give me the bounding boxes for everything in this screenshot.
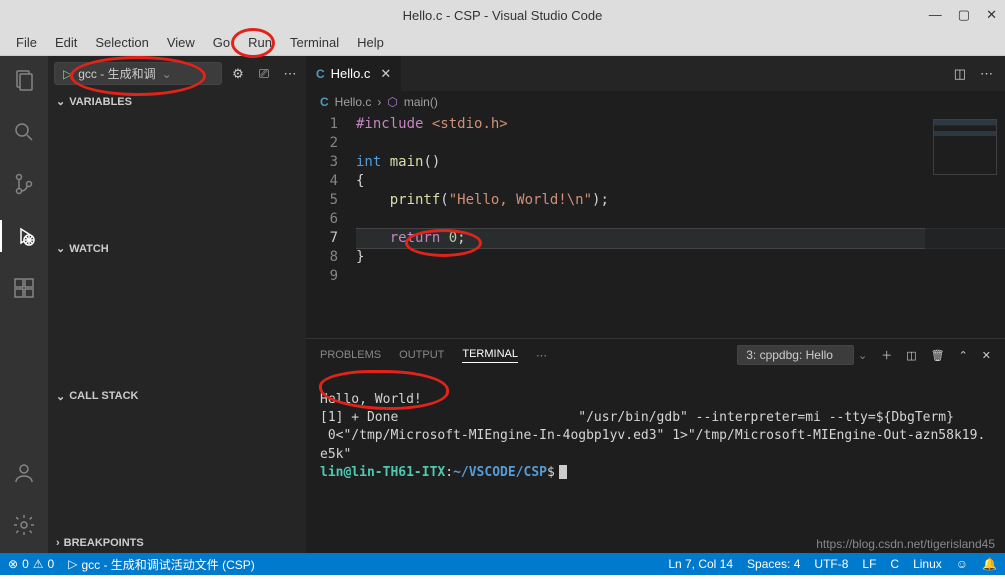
debug-sidebar: ▷ gcc - 生成和调 ⌄ ⚙ ⎚ ⋯ ⌄VARIABLES ⌄WATCH ⌄…: [48, 56, 306, 553]
tab-label: Hello.c: [331, 66, 371, 81]
close-window-button[interactable]: ✕: [986, 7, 997, 23]
status-bar: ⊗ 0 ⚠ 0 ▷ gcc - 生成和调试活动文件 (CSP) Ln 7, Co…: [0, 553, 1005, 575]
more-icon[interactable]: ⋯: [980, 66, 993, 82]
run-config-select[interactable]: ▷ gcc - 生成和调 ⌄: [54, 62, 222, 85]
chevron-right-icon: ›: [56, 537, 60, 549]
c-file-icon: C: [320, 95, 329, 109]
split-editor-icon[interactable]: ◫: [954, 66, 966, 82]
menu-file[interactable]: File: [8, 33, 45, 52]
tab-output[interactable]: OUTPUT: [399, 349, 444, 361]
tab-terminal[interactable]: TERMINAL: [462, 348, 518, 363]
c-file-icon: C: [316, 67, 325, 81]
status-encoding[interactable]: UTF-8: [814, 557, 848, 571]
menu-edit[interactable]: Edit: [47, 33, 85, 52]
watch-section[interactable]: ⌄WATCH: [48, 238, 306, 259]
search-icon[interactable]: [0, 116, 48, 148]
variables-section[interactable]: ⌄VARIABLES: [48, 91, 306, 112]
tab-hello-c[interactable]: C Hello.c ✕: [306, 56, 401, 91]
menubar: File Edit Selection View Go Run Terminal…: [0, 30, 1005, 56]
chevron-down-icon: ⌄: [162, 67, 172, 81]
status-errors[interactable]: ⊗ 0 ⚠ 0: [8, 557, 54, 571]
code-editor[interactable]: 123456789 #include <stdio.h> int main() …: [306, 113, 1005, 338]
bell-icon[interactable]: 🔔: [982, 557, 997, 571]
symbol-icon: ⬡: [387, 95, 397, 109]
close-icon[interactable]: ✕: [380, 66, 391, 82]
terminal-output[interactable]: Hello, World! [1] + Done "/usr/bin/gdb" …: [306, 371, 1005, 553]
line-gutter: 123456789: [306, 113, 356, 338]
debug-console-icon[interactable]: ⎚: [254, 66, 274, 82]
extensions-icon[interactable]: [0, 272, 48, 304]
menu-view[interactable]: View: [159, 33, 203, 52]
breakpoints-section[interactable]: ›BREAKPOINTS: [48, 533, 306, 553]
watermark: https://blog.csdn.net/tigerisland45: [816, 537, 995, 551]
explorer-icon[interactable]: [0, 64, 48, 96]
gear-icon[interactable]: ⚙: [228, 66, 248, 82]
window-title: Hello.c - CSP - Visual Studio Code: [403, 8, 603, 23]
close-panel-icon[interactable]: ✕: [982, 349, 991, 362]
tab-bar: C Hello.c ✕ ◫ ⋯: [306, 56, 1005, 91]
scm-icon[interactable]: [0, 168, 48, 200]
split-terminal-icon[interactable]: ◫: [906, 349, 916, 362]
menu-selection[interactable]: Selection: [87, 33, 156, 52]
menu-terminal[interactable]: Terminal: [282, 33, 347, 52]
play-icon: ▷: [63, 67, 72, 81]
terminal-cursor: [559, 465, 567, 479]
debug-icon[interactable]: [0, 220, 48, 252]
more-icon[interactable]: ⋯: [536, 349, 547, 362]
chevron-down-icon: ⌄: [56, 390, 65, 403]
menu-go[interactable]: Go: [205, 33, 238, 52]
status-eol[interactable]: LF: [862, 557, 876, 571]
minimize-button[interactable]: —: [929, 7, 942, 23]
minimap[interactable]: [925, 113, 1005, 338]
maximize-button[interactable]: ▢: [958, 7, 970, 23]
callstack-section[interactable]: ⌄CALL STACK: [48, 386, 306, 407]
terminal-select[interactable]: 3: cppdbg: Hello: [737, 345, 854, 365]
chevron-down-icon: ⌄: [56, 95, 65, 108]
kill-terminal-icon[interactable]: 🗑: [931, 349, 945, 362]
titlebar: Hello.c - CSP - Visual Studio Code — ▢ ✕: [0, 0, 1005, 30]
menu-run[interactable]: Run: [240, 33, 280, 52]
tab-problems[interactable]: PROBLEMS: [320, 349, 381, 361]
status-cursor-pos[interactable]: Ln 7, Col 14: [668, 557, 733, 571]
activity-bar: [0, 56, 48, 553]
menu-help[interactable]: Help: [349, 33, 392, 52]
bottom-panel: PROBLEMS OUTPUT TERMINAL ⋯ 3: cppdbg: He…: [306, 338, 1005, 553]
maximize-panel-icon[interactable]: ⌃: [959, 349, 968, 362]
status-spaces[interactable]: Spaces: 4: [747, 557, 800, 571]
breadcrumb[interactable]: C Hello.c › ⬡ main(): [306, 91, 1005, 113]
status-os[interactable]: Linux: [913, 557, 942, 571]
more-icon[interactable]: ⋯: [280, 66, 300, 82]
editor-area: C Hello.c ✕ ◫ ⋯ C Hello.c › ⬡ main() 123…: [306, 56, 1005, 553]
chevron-down-icon: ⌄: [56, 242, 65, 255]
feedback-icon[interactable]: ☺: [956, 557, 968, 571]
status-debug-config[interactable]: ▷ gcc - 生成和调试活动文件 (CSP): [68, 556, 255, 573]
new-terminal-icon[interactable]: ＋: [881, 347, 892, 363]
gear-icon[interactable]: [0, 509, 48, 541]
run-config-label: gcc - 生成和调: [78, 65, 155, 82]
account-icon[interactable]: [0, 457, 48, 489]
status-lang[interactable]: C: [890, 557, 899, 571]
chevron-down-icon[interactable]: ⌄: [858, 349, 867, 362]
